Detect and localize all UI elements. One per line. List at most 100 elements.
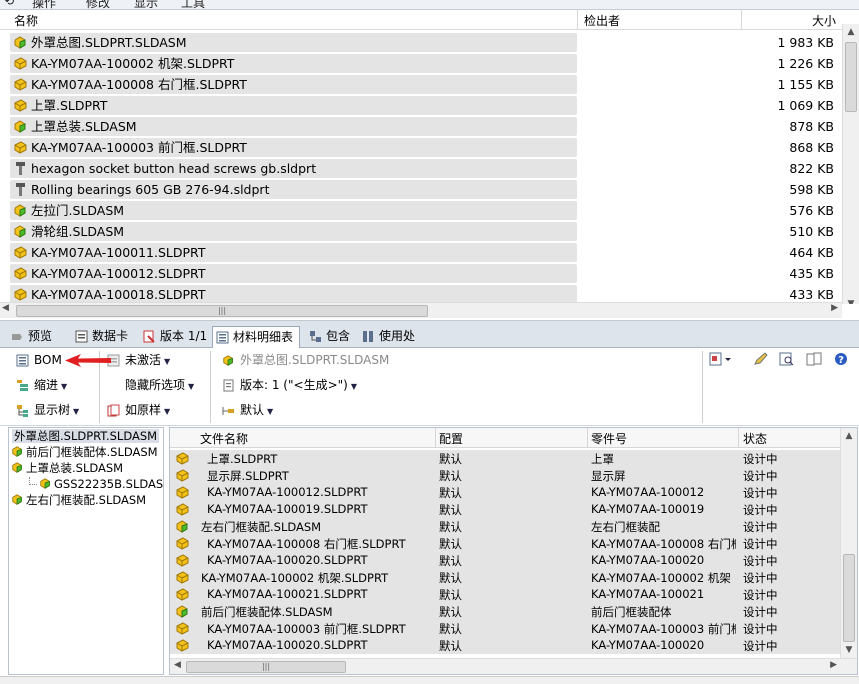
column-header-state[interactable]: 状态 <box>743 430 767 447</box>
file-name-cell[interactable]: 外罩总图.SLDPRT.SLDASM <box>10 33 577 52</box>
bom-row[interactable]: 左右门框装配.SLDASM 默认 左右门框装配 设计中 <box>170 518 841 535</box>
tree-node[interactable]: 前后门框装配体.SLDASM <box>11 444 158 460</box>
file-list-row[interactable]: 左拉门.SLDASM 576 KB <box>0 200 842 221</box>
menu-item-operate[interactable]: 操作 <box>32 0 56 9</box>
bom-row[interactable]: 上罩.SLDPRT 默认 上罩 设计中 <box>170 450 841 467</box>
bom-row[interactable]: KA-YM07AA-100012.SLDPRT 默认 KA-YM07AA-10001… <box>170 484 841 501</box>
file-name-cell[interactable]: KA-YM07AA-100008 右门框.SLDPRT <box>10 75 577 94</box>
version-dropdown[interactable]: 版本: 1 ("<生成>") ▼ <box>220 375 357 395</box>
tab-where-used[interactable]: 使用处 <box>359 326 415 348</box>
bom-horizontal-scrollbar[interactable]: ◀ ||| ▶ <box>170 658 857 674</box>
file-list-row[interactable]: 滑轮组.SLDASM 510 KB <box>0 221 842 242</box>
file-name-cell[interactable]: KA-YM07AA-100012.SLDPRT <box>10 264 577 283</box>
tab-preview[interactable]: 预览 <box>8 326 52 348</box>
bom-row[interactable]: KA-YM07AA-100002 机架.SLDPRT 默认 KA-YM07AA-10… <box>170 569 841 586</box>
hide-selected-dropdown[interactable]: 隐藏所选项 ▼ <box>105 375 194 395</box>
tab-contains[interactable]: 包含 <box>306 326 350 348</box>
scroll-left-arrow[interactable]: ◀ <box>2 303 9 313</box>
show-tree-label: 显示树 <box>34 403 71 417</box>
bom-button[interactable]: BOM <box>14 350 62 370</box>
bom-file-cell: 前后门框装配体.SLDASM <box>201 605 333 619</box>
file-name-cell[interactable]: KA-YM07AA-100002 机架.SLDPRT <box>10 54 577 73</box>
file-list-row[interactable]: KA-YM07AA-100011.SLDPRT 464 KB <box>0 242 842 263</box>
file-name-cell[interactable]: hexagon socket button head screws gb.sld… <box>10 159 577 178</box>
find-button[interactable] <box>779 352 795 369</box>
column-header-name[interactable]: 名称 <box>14 12 38 29</box>
scroll-thumb[interactable]: ||| <box>16 305 428 317</box>
as-built-dropdown[interactable]: 如原样 ▼ <box>105 400 170 420</box>
column-header-part-number[interactable]: 零件号 <box>591 430 627 447</box>
file-name-cell[interactable]: KA-YM07AA-100011.SLDPRT <box>10 243 577 262</box>
tree-node[interactable]: 左右门框装配.SLDASM <box>11 492 146 508</box>
file-name-cell[interactable]: Rolling bearings 605 GB 276-94.sldprt <box>10 180 577 199</box>
file-size-cell: 510 KB <box>789 224 834 239</box>
activation-dropdown[interactable]: 未激活 ▼ <box>105 350 170 370</box>
tree-node[interactable]: 上罩总装.SLDASM <box>11 460 123 476</box>
file-list-row[interactable]: 上罩总装.SLDASM 878 KB <box>0 116 842 137</box>
file-list-row[interactable]: Rolling bearings 605 GB 276-94.sldprt 598… <box>0 179 842 200</box>
scroll-right-arrow[interactable]: ▶ <box>831 303 838 313</box>
edit-button[interactable] <box>753 352 769 369</box>
file-list-row[interactable]: KA-YM07AA-100002 机架.SLDPRT 1 226 KB <box>0 53 842 74</box>
activation-label: 未激活 <box>125 353 162 367</box>
part-icon <box>176 486 189 499</box>
bom-row[interactable]: 前后门框装配体.SLDASM 默认 前后门框装配体 设计中 <box>170 603 841 620</box>
scroll-up-arrow[interactable]: ▲ <box>843 24 859 40</box>
file-name-cell[interactable]: 上罩.SLDPRT <box>10 96 577 115</box>
scroll-left-arrow[interactable]: ◀ <box>174 660 181 670</box>
scroll-thumb[interactable] <box>843 554 855 642</box>
column-header-size[interactable]: 大小 <box>812 12 836 29</box>
export-dropdown[interactable] <box>709 352 733 369</box>
bom-row[interactable]: KA-YM07AA-100008 右门框.SLDPRT 默认 KA-YM07AA-1… <box>170 535 841 552</box>
column-header-configuration[interactable]: 配置 <box>439 430 463 447</box>
bom-row[interactable]: 显示屏.SLDPRT 默认 显示屏 设计中 <box>170 467 841 484</box>
file-name-cell[interactable]: 左拉门.SLDASM <box>10 201 577 220</box>
scroll-thumb[interactable]: ||| <box>186 661 346 673</box>
file-name-cell[interactable]: 滑轮组.SLDASM <box>10 222 577 241</box>
column-header-file-name[interactable]: 文件名称 <box>200 430 248 447</box>
bom-row[interactable]: KA-YM07AA-100020.SLDPRT 默认 KA-YM07AA-10002… <box>170 552 841 569</box>
file-size-cell: 435 KB <box>789 266 834 281</box>
compare-button[interactable] <box>806 352 822 369</box>
scroll-thumb[interactable] <box>845 42 857 112</box>
help-button[interactable]: ? <box>834 352 848 369</box>
column-separator[interactable] <box>738 428 739 448</box>
column-separator[interactable] <box>435 428 436 448</box>
file-list-row[interactable]: KA-YM07AA-100018.SLDPRT 433 KB <box>0 284 842 304</box>
file-list-row[interactable]: KA-YM07AA-100003 前门框.SLDPRT 868 KB <box>0 137 842 158</box>
bom-row[interactable]: KA-YM07AA-100003 前门框.SLDPRT 默认 KA-YM07AA-1… <box>170 620 841 637</box>
bom-row[interactable]: KA-YM07AA-100020.SLDPRT 默认 KA-YM07AA-10002… <box>170 637 841 654</box>
menu-item-display[interactable]: 显示 <box>134 0 158 9</box>
bom-row[interactable]: KA-YM07AA-100019.SLDPRT 默认 KA-YM07AA-10001… <box>170 501 841 518</box>
show-tree-dropdown[interactable]: 显示树 ▼ <box>14 400 79 420</box>
tab-bom[interactable]: 材料明细表 <box>212 326 301 348</box>
scroll-down-arrow[interactable]: ▼ <box>841 642 857 658</box>
column-separator[interactable] <box>577 10 578 30</box>
file-list-row[interactable]: KA-YM07AA-100012.SLDPRT 435 KB <box>0 263 842 284</box>
file-list-row[interactable]: 上罩.SLDPRT 1 069 KB <box>0 95 842 116</box>
indent-dropdown[interactable]: 缩进 ▼ <box>14 375 67 395</box>
file-list-row[interactable]: hexagon socket button head screws gb.sld… <box>0 158 842 179</box>
scroll-right-arrow[interactable]: ▶ <box>830 660 837 670</box>
tab-version[interactable]: 版本 1/1 <box>140 326 207 348</box>
bom-vertical-scrollbar[interactable]: ▲ ▼ <box>840 428 857 658</box>
bom-row[interactable]: KA-YM07AA-100021.SLDPRT 默认 KA-YM07AA-10002… <box>170 586 841 603</box>
menu-item-modify[interactable]: 修改 <box>86 0 110 9</box>
file-list-row[interactable]: 外罩总图.SLDPRT.SLDASM 1 983 KB <box>0 32 842 53</box>
configuration-dropdown[interactable]: 默认 ▼ <box>220 400 273 420</box>
file-list-horizontal-scrollbar[interactable]: ◀ ||| ▶ <box>0 302 842 318</box>
file-name-cell[interactable]: KA-YM07AA-100003 前门框.SLDPRT <box>10 138 577 157</box>
file-list-row[interactable]: KA-YM07AA-100008 右门框.SLDPRT 1 155 KB <box>0 74 842 95</box>
column-separator[interactable] <box>741 10 742 30</box>
file-name-text: KA-YM07AA-100018.SLDPRT <box>31 287 206 302</box>
column-separator[interactable] <box>587 428 588 448</box>
column-header-checked-out-by[interactable]: 检出者 <box>584 12 620 29</box>
tree-root[interactable]: 外罩总图.SLDPRT.SLDASM <box>12 428 160 444</box>
file-name-cell[interactable]: 上罩总装.SLDASM <box>10 117 577 136</box>
scroll-up-arrow[interactable]: ▲ <box>841 428 857 444</box>
menu-item-tools[interactable]: 工具 <box>181 0 205 9</box>
file-list-vertical-scrollbar[interactable]: ▲ ▼ <box>842 24 859 304</box>
tree-node[interactable]: GSS22235B.SLDASM <box>29 476 163 492</box>
scroll-down-arrow[interactable]: ▼ <box>843 296 859 304</box>
tab-datacard[interactable]: 数据卡 <box>72 326 128 348</box>
